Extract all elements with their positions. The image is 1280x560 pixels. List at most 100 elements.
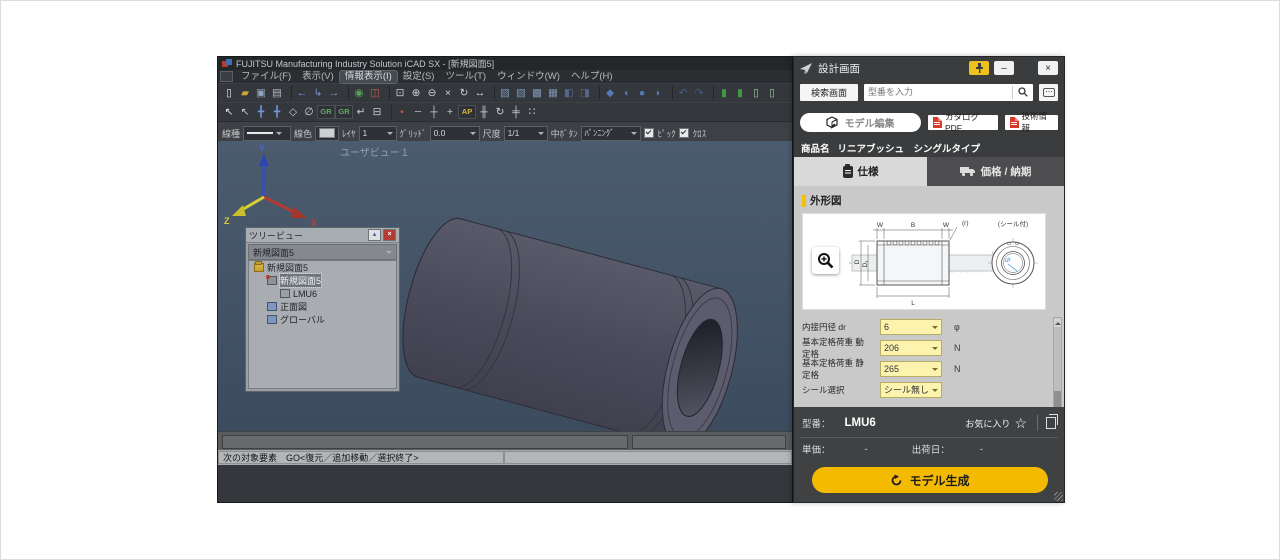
model-edit-button[interactable]: モデル編集 xyxy=(800,113,921,132)
scroll-up-button[interactable] xyxy=(1054,318,1061,327)
spec-dropdown[interactable]: 6 xyxy=(880,319,942,335)
shade-mode-2-icon[interactable]: ◨ xyxy=(577,86,593,101)
drawing-zoom-button[interactable] xyxy=(812,247,839,274)
return-box-icon[interactable]: ↵ xyxy=(353,105,369,120)
back-arrow-icon[interactable]: ← xyxy=(294,86,310,101)
dot-grid-icon[interactable]: ∷ xyxy=(524,105,540,120)
history-arrow-icon[interactable]: ↳ xyxy=(310,86,326,101)
tree-item-root[interactable]: 新規図面5 xyxy=(249,261,396,274)
resize-grip[interactable] xyxy=(1054,492,1063,501)
tree-item-front-view[interactable]: 正面図 xyxy=(249,300,396,313)
tab-price-delivery[interactable]: 価格 / 納期 xyxy=(927,157,1064,186)
shade-mode-1-icon[interactable]: ◧ xyxy=(561,86,577,101)
pin-button[interactable] xyxy=(969,61,989,75)
view-cube-4-icon[interactable]: ▦ xyxy=(545,86,561,101)
gr-button-1[interactable]: GR xyxy=(317,105,335,119)
print-icon[interactable]: ▤ xyxy=(269,86,285,101)
prim-cylinder-2-icon[interactable]: ▮ xyxy=(732,86,748,101)
solid-blob-1-icon[interactable]: ◆ xyxy=(602,86,618,101)
zoom-fit-icon[interactable]: × xyxy=(440,86,456,101)
forward-arrow-icon[interactable]: → xyxy=(326,86,342,101)
new-file-icon[interactable]: ▯ xyxy=(221,86,237,101)
gr-button-2[interactable]: GR xyxy=(335,105,353,119)
snap-plus-icon[interactable]: + xyxy=(442,105,458,120)
solid-blob-4-icon[interactable]: ◗ xyxy=(650,86,666,101)
link-icon[interactable]: ∅ xyxy=(301,105,317,120)
redo-icon[interactable]: ↷ xyxy=(691,86,707,101)
menu-window[interactable]: ウィンドウ(W) xyxy=(492,71,565,83)
menu-help[interactable]: ヘルプ(H) xyxy=(566,71,618,83)
pan-view-icon[interactable]: ↔ xyxy=(472,86,488,101)
view-cube-3-icon[interactable]: ▩ xyxy=(529,86,545,101)
zoom-out-icon[interactable]: ⊖ xyxy=(424,86,440,101)
separator[interactable] xyxy=(490,86,495,100)
layer-dropdown[interactable]: 1 xyxy=(359,126,397,141)
minimize-button[interactable]: – xyxy=(994,61,1014,75)
menu-system-icon[interactable] xyxy=(220,71,233,82)
solid-blob-2-icon[interactable]: ◖ xyxy=(618,86,634,101)
separator[interactable] xyxy=(387,105,392,119)
linecolor-swatch[interactable] xyxy=(315,126,339,141)
select-pick-icon[interactable]: ↖ xyxy=(221,105,237,120)
tree-close-button[interactable]: × xyxy=(383,229,396,241)
tree-item-part[interactable]: LMU6 xyxy=(249,287,396,300)
move-cross-2-icon[interactable]: ╋ xyxy=(269,105,285,120)
search-screen-button[interactable]: 検索画面 xyxy=(800,84,858,101)
favorite-star-icon[interactable]: ☆ xyxy=(1014,416,1027,430)
separator[interactable] xyxy=(385,86,390,100)
prim-cylinder-3-icon[interactable]: ▯ xyxy=(748,86,764,101)
menu-view[interactable]: 表示(V) xyxy=(297,71,339,83)
point-mid-icon[interactable]: ┄ xyxy=(410,105,426,120)
spec-dropdown[interactable]: 206 xyxy=(880,340,942,356)
catalog-pdf-button[interactable]: カタログPDF xyxy=(928,115,998,130)
close-button[interactable]: × xyxy=(1038,61,1058,75)
point-red-icon[interactable]: • xyxy=(394,105,410,120)
tree-panel-titlebar[interactable]: ツリービュー ▴ × xyxy=(246,228,399,243)
menu-settings[interactable]: 設定(S) xyxy=(398,71,440,83)
grid-toggle-icon[interactable]: ╫ xyxy=(476,105,492,120)
middle-button-dropdown[interactable]: ﾊﾟﾝﾆﾝｸﾞ xyxy=(581,126,641,141)
polygon-icon[interactable]: ◇ xyxy=(285,105,301,120)
save-icon[interactable]: ▣ xyxy=(253,86,269,101)
rotate-view-icon[interactable]: ↻ xyxy=(456,86,472,101)
command-secondary-field[interactable] xyxy=(632,435,786,449)
separator[interactable] xyxy=(287,86,292,100)
rotate-point-icon[interactable]: ↻ xyxy=(492,105,508,120)
view-globe-icon[interactable]: ◉ xyxy=(351,86,367,101)
search-input[interactable] xyxy=(864,87,1012,97)
pick-checkbox[interactable]: ﾋﾟｯｸ xyxy=(644,127,676,140)
scale-dropdown[interactable]: 1/1 xyxy=(504,126,548,141)
prim-cylinder-1-icon[interactable]: ▮ xyxy=(716,86,732,101)
tree-item-assembly[interactable]: 新規図面5 xyxy=(249,274,396,287)
separator[interactable] xyxy=(709,86,714,100)
select-arrow-icon[interactable]: ↖ xyxy=(237,105,253,120)
list-split-icon[interactable]: ⊟ xyxy=(369,105,385,120)
scrollbar-thumb[interactable] xyxy=(1054,391,1061,407)
spec-scrollbar[interactable] xyxy=(1053,317,1062,407)
command-input-field[interactable] xyxy=(222,435,628,449)
view-cube-2-icon[interactable]: ▨ xyxy=(513,86,529,101)
menu-tools[interactable]: ツール(T) xyxy=(440,71,491,83)
undo-icon[interactable]: ↶ xyxy=(675,86,691,101)
tab-spec[interactable]: 仕様 xyxy=(794,157,927,186)
tree-item-global[interactable]: グローバル xyxy=(249,313,396,326)
solid-blob-3-icon[interactable]: ● xyxy=(634,86,650,101)
separator[interactable] xyxy=(344,86,349,100)
tech-info-button[interactable]: 技術情報 xyxy=(1005,115,1058,130)
zoom-in-icon[interactable]: ⊕ xyxy=(408,86,424,101)
generate-model-button[interactable]: モデル生成 xyxy=(812,467,1048,493)
separator[interactable] xyxy=(595,86,600,100)
tree-drawing-dropdown[interactable]: 新規図面5 xyxy=(248,244,397,260)
view-cube-1-icon[interactable]: ▧ xyxy=(497,86,513,101)
move-cross-1-icon[interactable]: ╋ xyxy=(253,105,269,120)
linetype-dropdown[interactable] xyxy=(243,126,291,141)
ap-toggle[interactable]: AP xyxy=(458,105,476,119)
grid-dropdown[interactable]: 0.0 xyxy=(430,126,480,141)
tree-dock-button[interactable]: ▴ xyxy=(368,229,381,241)
spec-dropdown[interactable]: 265 xyxy=(880,361,942,377)
spec-dropdown[interactable]: シール無し xyxy=(880,382,942,398)
copy-icon[interactable] xyxy=(1046,417,1056,429)
endpoint-icon[interactable]: ┼ xyxy=(426,105,442,120)
zoom-window-icon[interactable]: ⊡ xyxy=(392,86,408,101)
menu-info-display[interactable]: 情報表示(I) xyxy=(340,71,397,83)
